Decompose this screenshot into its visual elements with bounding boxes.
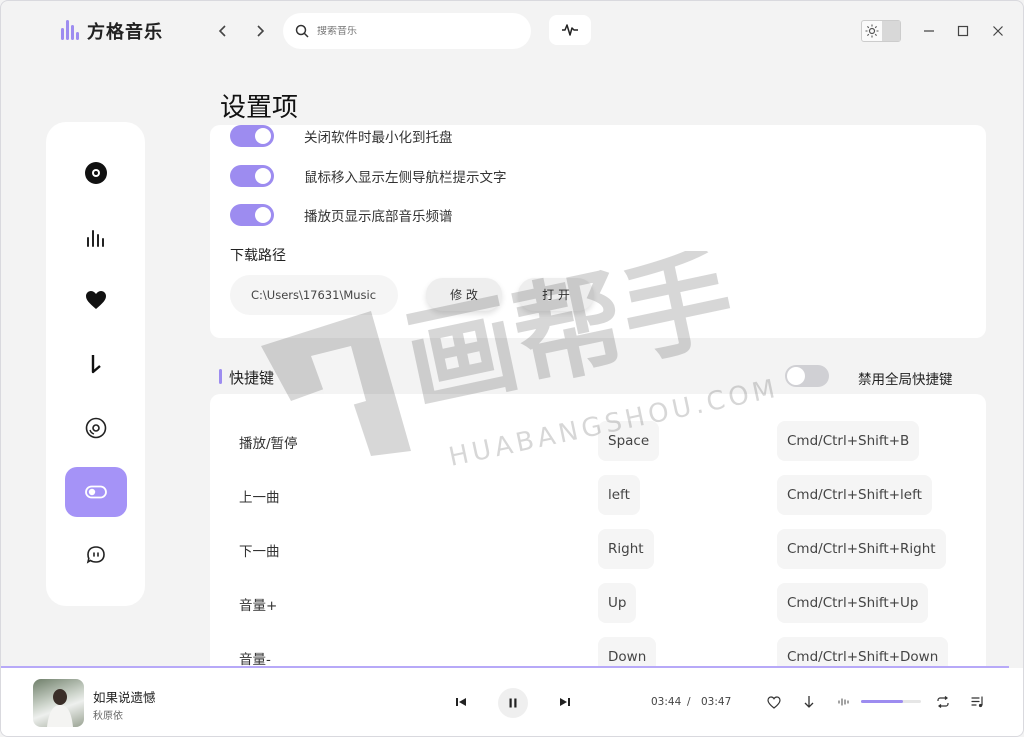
back-button[interactable] <box>213 21 233 41</box>
pause-button[interactable] <box>498 688 528 718</box>
playlist-button[interactable] <box>965 689 991 715</box>
forward-button[interactable] <box>250 21 270 41</box>
pause-icon <box>509 698 517 708</box>
shortcut-name: 音量+ <box>239 598 278 614</box>
setting-label: 鼠标移入显示左侧导航栏提示文字 <box>304 170 507 186</box>
theme-toggle[interactable] <box>861 20 901 42</box>
minimize-icon <box>924 30 934 32</box>
open-path-button[interactable]: 打 开 <box>518 278 594 311</box>
volume-slider[interactable] <box>861 700 921 703</box>
setting-label: 播放页显示底部音乐频谱 <box>304 209 453 225</box>
close-button[interactable] <box>986 19 1010 43</box>
sidebar-item-charts[interactable] <box>65 212 127 262</box>
shortcut-local-key[interactable]: Space <box>598 421 660 461</box>
cd-icon <box>85 417 107 439</box>
setting-row-minimize-tray: 关闭软件时最小化到托盘 <box>230 125 453 147</box>
album-cover[interactable] <box>33 679 84 727</box>
sidebar-item-about[interactable] <box>65 530 127 580</box>
sidebar-tooltip-switch[interactable] <box>230 165 274 187</box>
shortcut-global-key[interactable]: Cmd/Ctrl+Shift+Up <box>777 583 929 623</box>
sidebar-item-settings[interactable] <box>65 467 127 517</box>
heart-icon <box>86 291 106 309</box>
app-name: 方格音乐 <box>87 22 163 43</box>
shortcut-local-key[interactable]: left <box>598 475 640 515</box>
sidebar-nav <box>46 122 145 606</box>
waveform-icon <box>562 24 578 36</box>
close-icon <box>993 26 1003 36</box>
volume-button[interactable] <box>831 689 857 715</box>
previous-track-button[interactable] <box>448 689 474 715</box>
playlist-icon <box>971 696 983 708</box>
download-path-field: C:\Users\17631\Music <box>230 275 398 315</box>
sidebar-item-downloads[interactable] <box>65 339 127 389</box>
sidebar-item-favorites[interactable] <box>65 275 127 325</box>
shortcut-name: 下一曲 <box>239 544 280 560</box>
shortcuts-section-title: 快捷键 <box>229 369 275 387</box>
download-icon <box>804 696 814 708</box>
title-bar: 方格音乐 <box>1 1 1023 63</box>
shortcut-name: 音量- <box>239 652 271 668</box>
next-track-button[interactable] <box>552 689 578 715</box>
maximize-icon <box>957 25 969 37</box>
shortcut-local-key[interactable]: Right <box>598 529 654 569</box>
sun-icon <box>862 21 882 41</box>
download-song-button[interactable] <box>796 689 822 715</box>
heart-outline-icon <box>767 695 781 709</box>
setting-row-spectrum: 播放页显示底部音乐频谱 <box>230 204 453 226</box>
song-title[interactable]: 如果说遗憾 <box>93 687 156 706</box>
skip-next-icon <box>560 698 570 706</box>
download-arrow-icon <box>91 355 101 374</box>
time-separator: / <box>687 696 691 708</box>
modify-path-button[interactable]: 修 改 <box>426 278 502 311</box>
search-input[interactable] <box>317 25 507 37</box>
skip-previous-icon <box>456 698 466 706</box>
setting-label: 关闭软件时最小化到托盘 <box>304 130 453 146</box>
app-window: 方格音乐 搜索音乐 设置项 关闭软件时最小化到托盘 鼠标移入显示左侧导航栏提示文… <box>0 0 1024 737</box>
toggle-switch-icon <box>85 485 107 499</box>
search-icon <box>295 24 309 38</box>
sidebar-item-local[interactable] <box>65 403 127 453</box>
total-time: 03:47 <box>701 696 732 708</box>
setting-row-sidebar-tooltip: 鼠标移入显示左侧导航栏提示文字 <box>230 165 507 187</box>
logo-bars-icon <box>61 20 81 42</box>
shortcut-local-key[interactable]: Up <box>598 583 637 623</box>
minimize-button[interactable] <box>917 19 941 43</box>
bar-chart-icon <box>87 230 104 247</box>
shortcut-name: 上一曲 <box>239 490 280 506</box>
repeat-mode-button[interactable] <box>930 689 956 715</box>
spectrum-switch[interactable] <box>230 204 274 226</box>
disable-global-shortcuts-label: 禁用全局快捷键 <box>858 372 953 388</box>
volume-wave-icon <box>838 698 849 706</box>
chat-bubble-icon <box>86 546 105 564</box>
listen-recognize-button[interactable] <box>549 15 591 45</box>
search-box[interactable] <box>283 13 531 49</box>
download-path-label: 下载路径 <box>230 248 286 264</box>
chevron-right-icon <box>257 25 265 37</box>
repeat-icon <box>937 696 949 708</box>
app-logo[interactable]: 方格音乐 <box>61 18 163 44</box>
maximize-button[interactable] <box>951 19 975 43</box>
volume-slider-fill <box>861 700 903 703</box>
shortcut-name: 播放/暂停 <box>239 436 298 452</box>
minimize-tray-switch[interactable] <box>230 125 274 147</box>
shortcut-global-key[interactable]: Cmd/Ctrl+Shift+left <box>777 475 932 515</box>
vinyl-disc-icon <box>85 162 107 184</box>
shortcut-global-key[interactable]: Cmd/Ctrl+Shift+Right <box>777 529 946 569</box>
sidebar-item-discover[interactable] <box>65 148 127 198</box>
chevron-left-icon <box>218 25 226 37</box>
section-accent-bar <box>219 369 222 384</box>
song-artist[interactable]: 秋原依 <box>93 707 123 722</box>
disable-global-shortcuts-switch[interactable] <box>785 365 829 387</box>
current-time: 03:44 <box>651 696 682 708</box>
page-title: 设置项 <box>220 93 299 123</box>
shortcut-global-key[interactable]: Cmd/Ctrl+Shift+B <box>777 421 920 461</box>
like-button[interactable] <box>761 689 787 715</box>
